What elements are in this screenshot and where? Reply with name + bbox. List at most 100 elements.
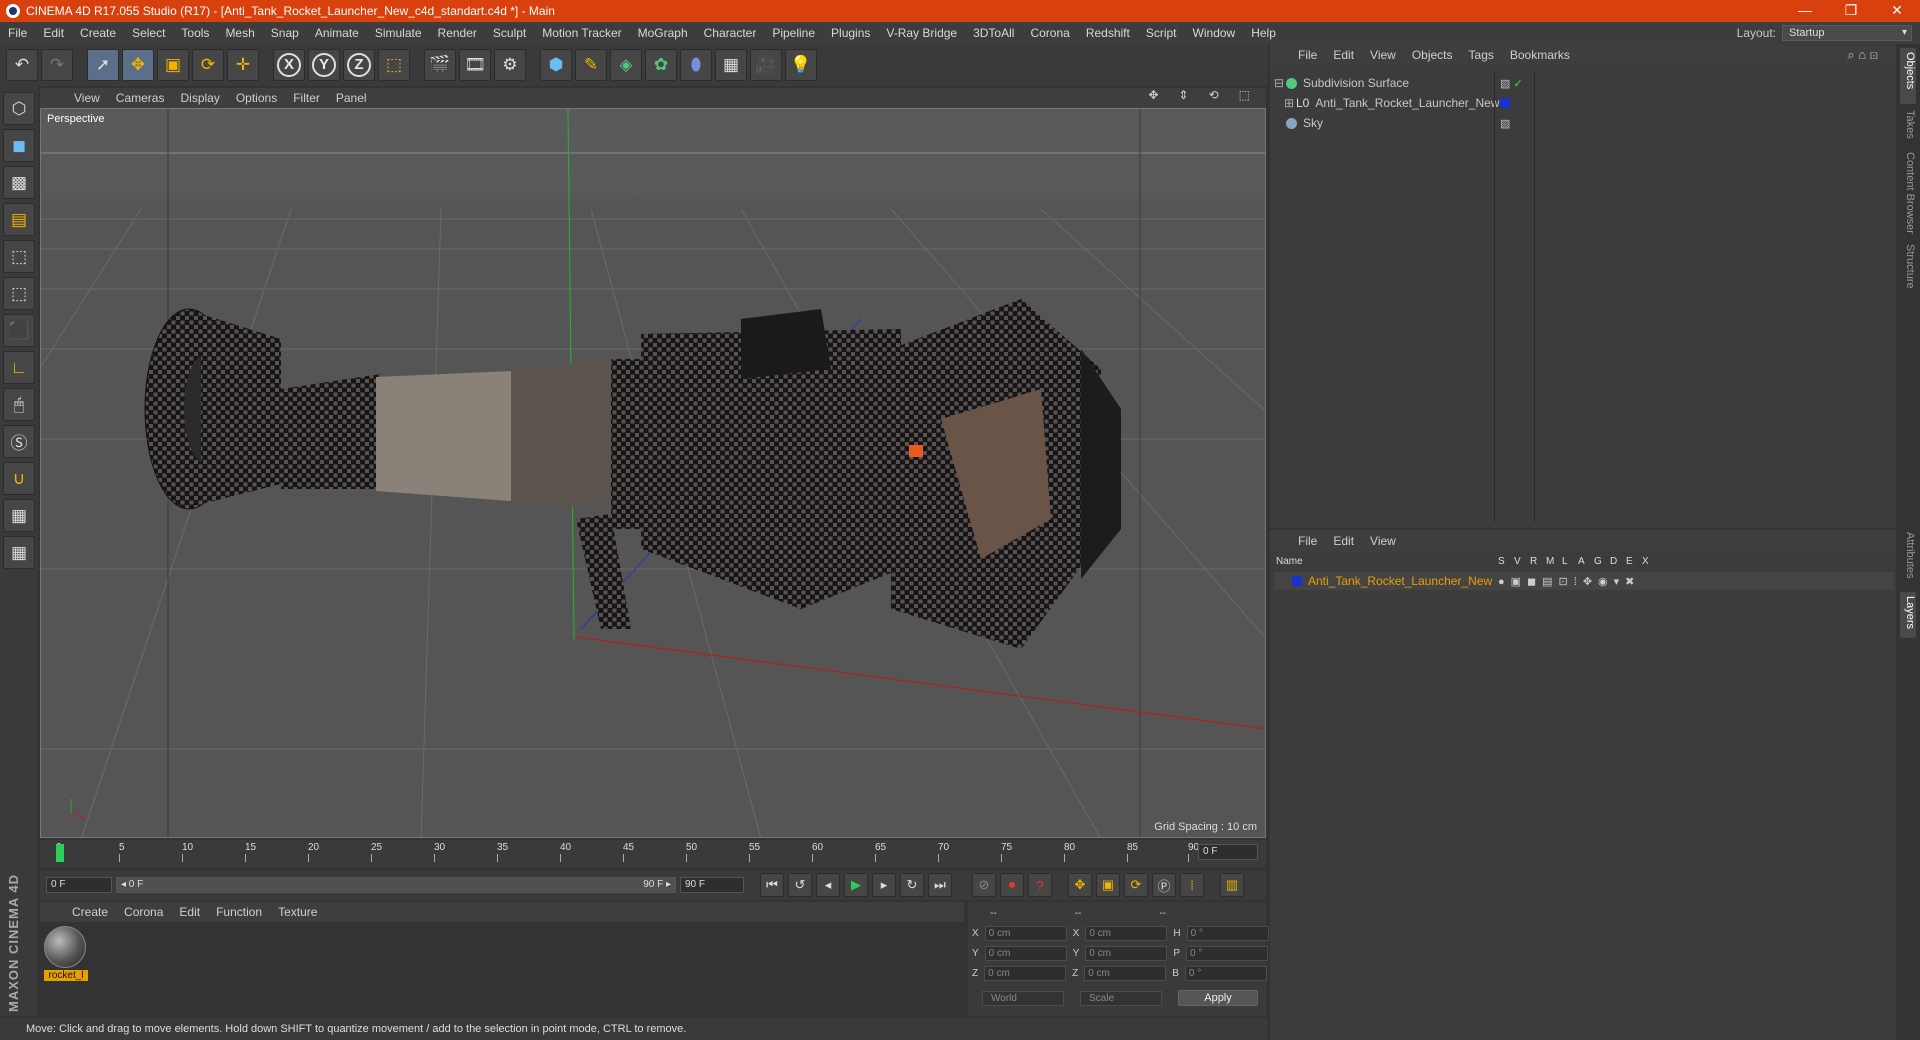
tab-layers[interactable]: Layers — [1904, 596, 1916, 629]
polygons-mode-icon[interactable]: ⬛ — [3, 314, 35, 347]
tab-attributes[interactable]: Attributes — [1904, 532, 1916, 578]
viewport-menu-view[interactable]: View — [66, 91, 108, 105]
menu-snap[interactable]: Snap — [263, 26, 307, 40]
obj-menu-edit[interactable]: Edit — [1325, 48, 1362, 62]
restore-button[interactable]: ❐ — [1828, 0, 1874, 22]
array-mograph-icon[interactable]: ✿ — [645, 49, 677, 81]
render-picture-viewer-icon[interactable]: 🎞 — [459, 49, 491, 81]
axis-mode-icon[interactable]: ∟ — [3, 351, 35, 384]
timeline-ruler[interactable]: 0 5 10 15 20 25 30 35 40 45 50 55 60 65 … — [48, 842, 1199, 864]
tab-takes[interactable]: Takes — [1904, 110, 1916, 139]
material-menu-edit[interactable]: Edit — [171, 905, 208, 919]
end-frame-field[interactable]: 90 F — [680, 877, 744, 893]
menu-render[interactable]: Render — [430, 26, 485, 40]
play-icon[interactable]: ▶ — [844, 873, 868, 897]
size-y-field[interactable]: 0 cm — [1085, 946, 1168, 961]
lock-workplane-icon[interactable]: ▦ — [3, 499, 35, 532]
viewport-menu-display[interactable]: Display — [172, 91, 227, 105]
obj-menu-tags[interactable]: Tags — [1461, 48, 1502, 62]
menu-corona[interactable]: Corona — [1022, 26, 1077, 40]
x-axis-lock-icon[interactable]: X — [273, 49, 305, 81]
texture-mode-icon[interactable]: ▩ — [3, 166, 35, 199]
collapse-icon[interactable]: ⊟ — [1274, 76, 1286, 90]
key-position-icon[interactable]: ✥ — [1068, 873, 1092, 897]
minimize-button[interactable]: — — [1782, 0, 1828, 22]
pen-spline-icon[interactable]: ✎ — [575, 49, 607, 81]
menu-motion-tracker[interactable]: Motion Tracker — [534, 26, 629, 40]
size-z-field[interactable]: 0 cm — [1084, 966, 1167, 981]
position-y-field[interactable]: 0 cm — [984, 946, 1067, 961]
apply-button[interactable]: Apply — [1178, 990, 1258, 1006]
layout-dropdown[interactable]: Startup — [1782, 25, 1912, 41]
object-search-icon[interactable]: ⌕ ⌂ ⊡ — [1839, 47, 1886, 63]
tweak-mode-icon[interactable]: 🖱 — [3, 388, 35, 421]
model-mode-icon[interactable]: ◼ — [3, 129, 35, 162]
menu-help[interactable]: Help — [1243, 26, 1284, 40]
make-editable-icon[interactable]: ⬡ — [3, 92, 35, 125]
material-menu-function[interactable]: Function — [208, 905, 270, 919]
undo-icon[interactable]: ↶ — [6, 49, 38, 81]
menu-simulate[interactable]: Simulate — [367, 26, 430, 40]
material-swatch[interactable]: rocket_l — [44, 926, 88, 984]
menu-animate[interactable]: Animate — [307, 26, 367, 40]
material-menu-corona[interactable]: Corona — [116, 905, 171, 919]
layer-row[interactable]: Anti_Tank_Rocket_Launcher_New ●▣◼▤⊡⁞✥◉▾✖ — [1274, 572, 1894, 590]
magnet-icon[interactable]: ∪ — [3, 462, 35, 495]
size-x-field[interactable]: 0 cm — [1085, 926, 1168, 941]
tab-structure[interactable]: Structure — [1904, 244, 1916, 289]
viewport-menu-panel[interactable]: Panel — [328, 91, 375, 105]
scale-mode-dropdown[interactable]: Scale — [1080, 990, 1162, 1006]
menu-create[interactable]: Create — [72, 26, 124, 40]
next-frame-icon[interactable]: ▸ — [872, 873, 896, 897]
playhead[interactable] — [56, 844, 64, 862]
close-button[interactable]: ✕ — [1874, 0, 1920, 22]
menu-file[interactable]: File — [0, 26, 35, 40]
expand-icon[interactable]: ⊞ — [1274, 96, 1296, 110]
obj-menu-file[interactable]: File — [1290, 48, 1325, 62]
y-axis-lock-icon[interactable]: Y — [308, 49, 340, 81]
workplane-mode-icon[interactable]: ▤ — [3, 203, 35, 236]
keyframe-selection-icon[interactable]: ? — [1028, 873, 1052, 897]
autokey-icon[interactable]: ⏺ — [1000, 873, 1024, 897]
subdivision-nurbs-icon[interactable]: ◈ — [610, 49, 642, 81]
live-move-icon[interactable]: ✛ — [227, 49, 259, 81]
layer-menu-view[interactable]: View — [1362, 534, 1404, 548]
viewport-orbit-icon[interactable]: ⟲ — [1201, 88, 1227, 102]
viewport-pan-icon[interactable]: ✥ — [1140, 88, 1166, 102]
coordinate-system-icon[interactable]: ⬚ — [378, 49, 410, 81]
key-parameter-icon[interactable]: Ⓟ — [1152, 873, 1176, 897]
cube-object-icon[interactable]: ⬢ — [540, 49, 572, 81]
menu-vray-bridge[interactable]: V-Ray Bridge — [878, 26, 965, 40]
object-flags-icon[interactable]: ▨ ✓ — [1500, 77, 1523, 90]
menu-pipeline[interactable]: Pipeline — [764, 26, 823, 40]
layer-color-swatch[interactable] — [1292, 576, 1302, 586]
menu-window[interactable]: Window — [1185, 26, 1244, 40]
menu-3dtoall[interactable]: 3DToAll — [965, 26, 1022, 40]
move-tool-icon[interactable]: ✥ — [122, 49, 154, 81]
render-settings-icon[interactable]: ⚙ — [494, 49, 526, 81]
menu-select[interactable]: Select — [124, 26, 173, 40]
redo-icon[interactable]: ↷ — [41, 49, 73, 81]
viewport-menu-filter[interactable]: Filter — [285, 91, 328, 105]
record-keyframe-icon[interactable]: ⊘ — [972, 873, 996, 897]
object-row[interactable]: ⊞ L0 Anti_Tank_Rocket_Launcher_New — [1274, 94, 1894, 112]
viewport-dolly-icon[interactable]: ⇕ — [1171, 88, 1197, 102]
floor-scene-icon[interactable]: ▦ — [715, 49, 747, 81]
select-arrow-icon[interactable]: ➚ — [87, 49, 119, 81]
planar-workplane-icon[interactable]: ▦ — [3, 536, 35, 569]
z-axis-lock-icon[interactable]: Z — [343, 49, 375, 81]
tab-content-browser[interactable]: Content Browser — [1904, 152, 1916, 234]
object-flags-icon[interactable]: ▨ — [1500, 117, 1510, 130]
rotation-b-field[interactable]: 0 ° — [1184, 966, 1267, 981]
key-scale-icon[interactable]: ▣ — [1096, 873, 1120, 897]
scale-tool-icon[interactable]: ▣ — [157, 49, 189, 81]
menu-character[interactable]: Character — [696, 26, 765, 40]
obj-menu-objects[interactable]: Objects — [1404, 48, 1461, 62]
menu-edit[interactable]: Edit — [35, 26, 72, 40]
position-z-field[interactable]: 0 cm — [984, 966, 1067, 981]
viewport-maximize-icon[interactable]: ⬚ — [1231, 88, 1258, 102]
previous-key-icon[interactable]: ↺ — [788, 873, 812, 897]
go-to-start-icon[interactable]: ⏮ — [760, 873, 784, 897]
snap-toggle-icon[interactable]: Ⓢ — [3, 425, 35, 458]
timeline[interactable]: 0 5 10 15 20 25 30 35 40 45 50 55 60 65 … — [40, 840, 1266, 868]
